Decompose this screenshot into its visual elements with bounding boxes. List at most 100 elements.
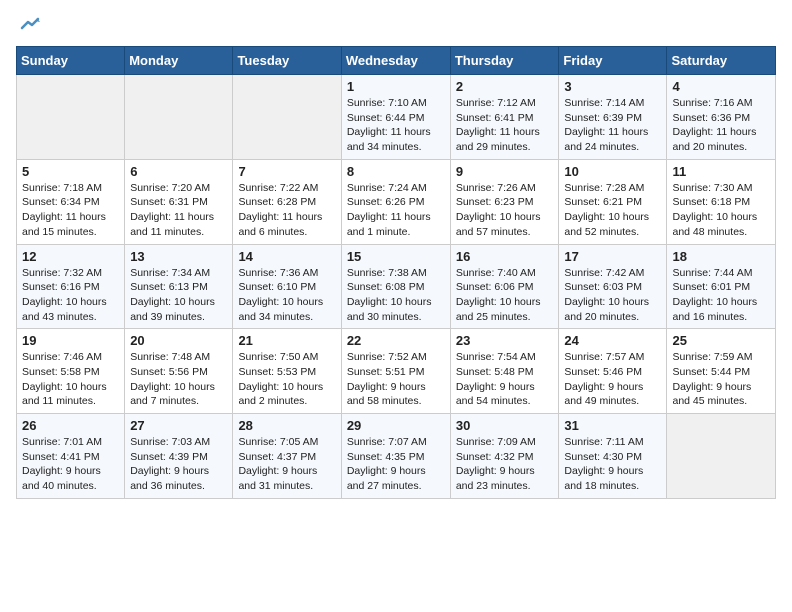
calendar-cell: 5 Sunrise: 7:18 AM Sunset: 6:34 PM Daylig… — [17, 159, 125, 244]
day-number: 28 — [238, 418, 335, 433]
calendar-cell: 26 Sunrise: 7:01 AM Sunset: 4:41 PM Dayli… — [17, 414, 125, 499]
day-info: Sunrise: 7:20 AM Sunset: 6:31 PM Dayligh… — [130, 181, 227, 240]
calendar-cell: 22 Sunrise: 7:52 AM Sunset: 5:51 PM Dayli… — [341, 329, 450, 414]
calendar-week-1: 1Sunrise: 7:10 AM Sunset: 6:44 PM Daylig… — [17, 75, 776, 160]
day-info: Sunrise: 7:32 AM Sunset: 6:16 PM Dayligh… — [22, 266, 119, 325]
calendar-cell: 17 Sunrise: 7:42 AM Sunset: 6:03 PM Dayli… — [559, 244, 667, 329]
day-info: Sunrise: 7:09 AM Sunset: 4:32 PM Dayligh… — [456, 435, 554, 494]
calendar-cell: 6 Sunrise: 7:20 AM Sunset: 6:31 PM Daylig… — [125, 159, 233, 244]
calendar-cell: 11Sunrise: 7:30 AM Sunset: 6:18 PM Dayli… — [667, 159, 776, 244]
day-info: Sunrise: 7:24 AM Sunset: 6:26 PM Dayligh… — [347, 181, 445, 240]
day-number: 2 — [456, 79, 554, 94]
calendar-cell — [17, 75, 125, 160]
day-number: 8 — [347, 164, 445, 179]
day-number: 6 — [130, 164, 227, 179]
day-info: Sunrise: 7:46 AM Sunset: 5:58 PM Dayligh… — [22, 350, 119, 409]
logo-bird-icon — [18, 14, 40, 36]
calendar-cell: 8 Sunrise: 7:24 AM Sunset: 6:26 PM Daylig… — [341, 159, 450, 244]
day-number: 29 — [347, 418, 445, 433]
weekday-header-friday: Friday — [559, 47, 667, 75]
day-number: 15 — [347, 249, 445, 264]
day-info: Sunrise: 7:44 AM Sunset: 6:01 PM Dayligh… — [672, 266, 770, 325]
day-number: 17 — [564, 249, 661, 264]
day-number: 25 — [672, 333, 770, 348]
weekday-header-sunday: Sunday — [17, 47, 125, 75]
day-number: 9 — [456, 164, 554, 179]
calendar-cell: 23 Sunrise: 7:54 AM Sunset: 5:48 PM Dayli… — [450, 329, 559, 414]
day-number: 30 — [456, 418, 554, 433]
calendar-cell: 20 Sunrise: 7:48 AM Sunset: 5:56 PM Dayli… — [125, 329, 233, 414]
calendar-cell: 29 Sunrise: 7:07 AM Sunset: 4:35 PM Dayli… — [341, 414, 450, 499]
day-info: Sunrise: 7:01 AM Sunset: 4:41 PM Dayligh… — [22, 435, 119, 494]
day-info: Sunrise: 7:34 AM Sunset: 6:13 PM Dayligh… — [130, 266, 227, 325]
weekday-header-thursday: Thursday — [450, 47, 559, 75]
day-info: Sunrise: 7:26 AM Sunset: 6:23 PM Dayligh… — [456, 181, 554, 240]
calendar-cell: 14Sunrise: 7:36 AM Sunset: 6:10 PM Dayli… — [233, 244, 341, 329]
day-number: 12 — [22, 249, 119, 264]
calendar-cell — [233, 75, 341, 160]
calendar-cell: 3 Sunrise: 7:14 AM Sunset: 6:39 PM Daylig… — [559, 75, 667, 160]
day-info: Sunrise: 7:54 AM Sunset: 5:48 PM Dayligh… — [456, 350, 554, 409]
day-info: Sunrise: 7:16 AM Sunset: 6:36 PM Dayligh… — [672, 96, 770, 155]
day-info: Sunrise: 7:14 AM Sunset: 6:39 PM Dayligh… — [564, 96, 661, 155]
logo — [16, 16, 40, 36]
calendar-cell: 4 Sunrise: 7:16 AM Sunset: 6:36 PM Daylig… — [667, 75, 776, 160]
day-info: Sunrise: 7:03 AM Sunset: 4:39 PM Dayligh… — [130, 435, 227, 494]
day-info: Sunrise: 7:07 AM Sunset: 4:35 PM Dayligh… — [347, 435, 445, 494]
day-info: Sunrise: 7:18 AM Sunset: 6:34 PM Dayligh… — [22, 181, 119, 240]
day-number: 21 — [238, 333, 335, 348]
day-number: 16 — [456, 249, 554, 264]
calendar-week-3: 12 Sunrise: 7:32 AM Sunset: 6:16 PM Dayli… — [17, 244, 776, 329]
day-number: 18 — [672, 249, 770, 264]
weekday-header-tuesday: Tuesday — [233, 47, 341, 75]
calendar-week-5: 26 Sunrise: 7:01 AM Sunset: 4:41 PM Dayli… — [17, 414, 776, 499]
calendar-cell: 7 Sunrise: 7:22 AM Sunset: 6:28 PM Daylig… — [233, 159, 341, 244]
weekday-header-wednesday: Wednesday — [341, 47, 450, 75]
day-number: 3 — [564, 79, 661, 94]
calendar-cell: 25 Sunrise: 7:59 AM Sunset: 5:44 PM Dayli… — [667, 329, 776, 414]
day-number: 7 — [238, 164, 335, 179]
calendar-cell — [125, 75, 233, 160]
day-number: 10 — [564, 164, 661, 179]
day-number: 22 — [347, 333, 445, 348]
weekday-header-monday: Monday — [125, 47, 233, 75]
day-number: 1 — [347, 79, 445, 94]
calendar-week-2: 5 Sunrise: 7:18 AM Sunset: 6:34 PM Daylig… — [17, 159, 776, 244]
day-number: 23 — [456, 333, 554, 348]
weekday-header-row: SundayMondayTuesdayWednesdayThursdayFrid… — [17, 47, 776, 75]
day-number: 4 — [672, 79, 770, 94]
day-info: Sunrise: 7:05 AM Sunset: 4:37 PM Dayligh… — [238, 435, 335, 494]
day-info: Sunrise: 7:42 AM Sunset: 6:03 PM Dayligh… — [564, 266, 661, 325]
day-info: Sunrise: 7:57 AM Sunset: 5:46 PM Dayligh… — [564, 350, 661, 409]
day-number: 11 — [672, 164, 770, 179]
day-info: Sunrise: 7:11 AM Sunset: 4:30 PM Dayligh… — [564, 435, 661, 494]
calendar-cell: 9 Sunrise: 7:26 AM Sunset: 6:23 PM Daylig… — [450, 159, 559, 244]
day-number: 5 — [22, 164, 119, 179]
day-number: 26 — [22, 418, 119, 433]
calendar-cell: 1Sunrise: 7:10 AM Sunset: 6:44 PM Daylig… — [341, 75, 450, 160]
calendar-cell: 27 Sunrise: 7:03 AM Sunset: 4:39 PM Dayli… — [125, 414, 233, 499]
calendar-cell: 21 Sunrise: 7:50 AM Sunset: 5:53 PM Dayli… — [233, 329, 341, 414]
calendar-cell: 2Sunrise: 7:12 AM Sunset: 6:41 PM Daylig… — [450, 75, 559, 160]
calendar-cell: 15 Sunrise: 7:38 AM Sunset: 6:08 PM Dayli… — [341, 244, 450, 329]
calendar-cell: 19 Sunrise: 7:46 AM Sunset: 5:58 PM Dayli… — [17, 329, 125, 414]
day-number: 27 — [130, 418, 227, 433]
calendar-cell: 13 Sunrise: 7:34 AM Sunset: 6:13 PM Dayli… — [125, 244, 233, 329]
day-number: 24 — [564, 333, 661, 348]
day-info: Sunrise: 7:50 AM Sunset: 5:53 PM Dayligh… — [238, 350, 335, 409]
day-number: 20 — [130, 333, 227, 348]
day-info: Sunrise: 7:48 AM Sunset: 5:56 PM Dayligh… — [130, 350, 227, 409]
day-info: Sunrise: 7:52 AM Sunset: 5:51 PM Dayligh… — [347, 350, 445, 409]
day-info: Sunrise: 7:40 AM Sunset: 6:06 PM Dayligh… — [456, 266, 554, 325]
day-number: 19 — [22, 333, 119, 348]
day-number: 31 — [564, 418, 661, 433]
day-info: Sunrise: 7:38 AM Sunset: 6:08 PM Dayligh… — [347, 266, 445, 325]
day-info: Sunrise: 7:59 AM Sunset: 5:44 PM Dayligh… — [672, 350, 770, 409]
day-number: 14 — [238, 249, 335, 264]
day-info: Sunrise: 7:22 AM Sunset: 6:28 PM Dayligh… — [238, 181, 335, 240]
weekday-header-saturday: Saturday — [667, 47, 776, 75]
day-number: 13 — [130, 249, 227, 264]
calendar-cell — [667, 414, 776, 499]
calendar-week-4: 19 Sunrise: 7:46 AM Sunset: 5:58 PM Dayli… — [17, 329, 776, 414]
calendar-cell: 18 Sunrise: 7:44 AM Sunset: 6:01 PM Dayli… — [667, 244, 776, 329]
